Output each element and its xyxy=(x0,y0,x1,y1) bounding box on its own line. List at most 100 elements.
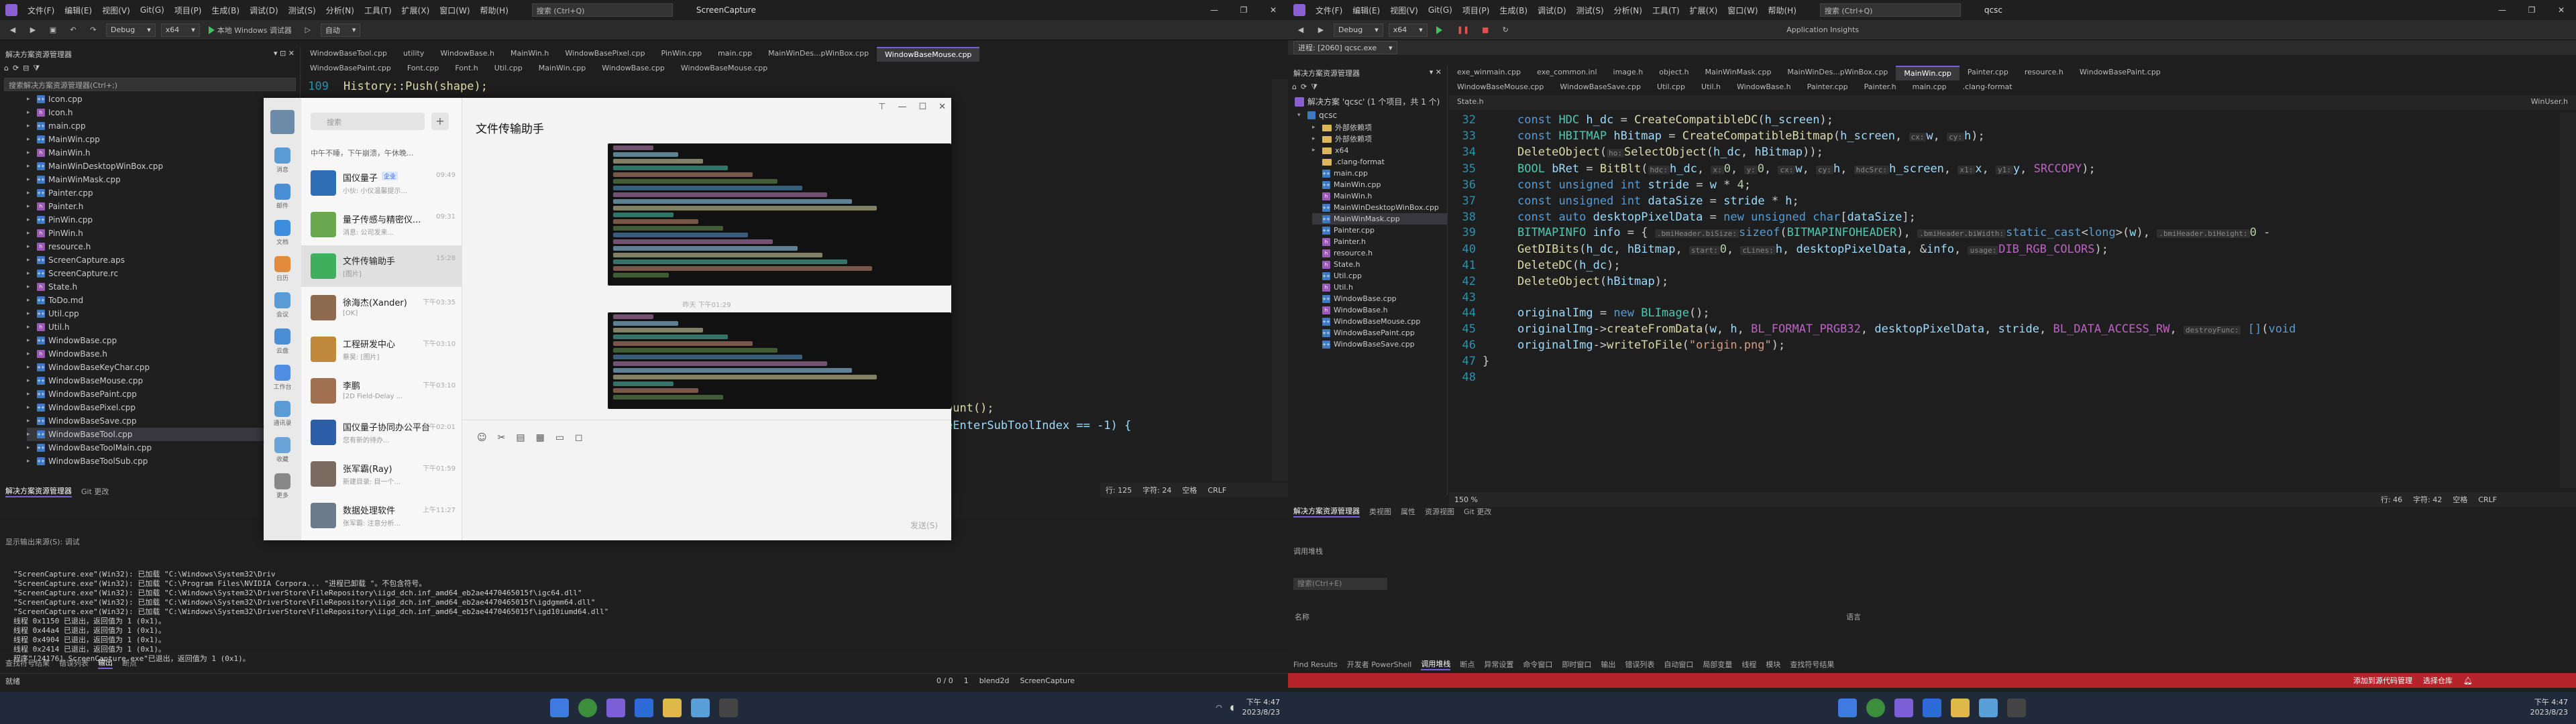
editor-tab[interactable]: MainWinDes...pWinBox.cpp xyxy=(760,47,877,62)
menu-debug[interactable]: 调试(D) xyxy=(1538,5,1566,16)
expand-icon[interactable]: ▸ xyxy=(27,267,34,280)
conversation-item[interactable]: 张军霸(Ray) 新建目录: 目一个... 下午01:59 xyxy=(301,453,462,495)
editor-tab[interactable]: MainWin.cpp xyxy=(1896,66,1960,80)
editor-tab[interactable]: WindowBasePaint.cpp xyxy=(302,62,399,76)
pause-icon[interactable]: ❚❚ xyxy=(1454,23,1472,37)
editor-tab[interactable]: exe_common.inl xyxy=(1529,66,1605,80)
conversation-item[interactable]: 国仪量子协同办公平台 您有新的待办... 下午02:01 xyxy=(301,412,462,453)
call-stack-search[interactable]: 搜索(Ctrl+E) xyxy=(1293,578,1387,590)
tree-item[interactable]: ▸ ++ ScreenCapture.rc xyxy=(27,267,300,280)
rail-9-icon[interactable] xyxy=(274,473,290,489)
panel-tab[interactable]: 输出 xyxy=(1601,659,1615,670)
editor-tab[interactable]: resource.h xyxy=(2017,66,2072,80)
expand-icon[interactable]: ▸ xyxy=(27,240,34,253)
tree-item[interactable]: ▸ ++ WindowBaseTool.cpp xyxy=(27,428,300,441)
chat-input-area[interactable]: ☺ ✂ ▤ ▦ ▭ ◻ 发送(S) xyxy=(462,420,951,540)
tree-item[interactable]: ▸ ++ PinWin.cpp xyxy=(27,213,300,227)
tree-item[interactable]: ▸ ++ Util.cpp xyxy=(27,307,300,320)
minimize-icon[interactable]: — xyxy=(898,102,906,112)
menu-extensions[interactable]: 扩展(X) xyxy=(1690,5,1718,16)
menu-project[interactable]: 项目(P) xyxy=(1462,5,1490,16)
global-search-input[interactable]: 搜索 (Ctrl+Q) xyxy=(1819,3,1961,17)
minimize-icon[interactable]: — xyxy=(2487,0,2517,20)
terminal-icon[interactable] xyxy=(2007,699,2026,717)
tree-item[interactable]: ▸ ++ WindowBaseToolSub.cpp xyxy=(27,455,300,468)
tree-item[interactable]: ++ WindowBasePaint.cpp xyxy=(1312,327,1447,339)
user-avatar[interactable] xyxy=(270,110,294,134)
expand-icon[interactable]: ▸ xyxy=(27,428,34,441)
menu-test[interactable]: 测试(S) xyxy=(288,5,316,16)
panel-tab[interactable]: 属性 xyxy=(1401,506,1415,517)
status-repo[interactable]: ScreenCapture xyxy=(1020,676,1075,685)
tree-item[interactable]: ++ WindowBaseMouse.cpp xyxy=(1312,316,1447,327)
menu-help[interactable]: 帮助(H) xyxy=(1768,5,1796,16)
sync-icon[interactable]: ⟳ xyxy=(13,64,19,74)
expand-icon[interactable]: ▸ xyxy=(27,280,34,294)
tree-item[interactable]: ▸ h resource.h xyxy=(27,240,300,253)
tree-item[interactable]: ▸ h MainWin.h xyxy=(27,146,300,160)
expand-icon[interactable]: ▸ xyxy=(1312,145,1319,156)
panel-tab[interactable]: 局部变量 xyxy=(1703,659,1732,670)
continue-icon[interactable] xyxy=(1433,23,1448,37)
editor-tab[interactable]: WindowBasePaint.cpp xyxy=(2072,66,2169,80)
expand-icon[interactable]: ▸ xyxy=(27,347,34,361)
run-no-debug-icon[interactable]: ▷ xyxy=(301,23,315,37)
tree-item[interactable]: ++ main.cpp xyxy=(1312,168,1447,179)
tree-item[interactable]: ▸ ++ MainWinDesktopWinBox.cpp xyxy=(27,160,300,173)
expand-icon[interactable]: ▸ xyxy=(27,361,34,374)
image-message-1[interactable] xyxy=(608,143,951,286)
expand-icon[interactable]: ▸ xyxy=(27,401,34,414)
rail-2-icon[interactable] xyxy=(274,220,290,236)
menu-edit[interactable]: 编辑(E) xyxy=(1352,5,1380,16)
vs-icon[interactable] xyxy=(606,699,625,717)
tree-item[interactable]: ▸ h Painter.h xyxy=(27,200,300,213)
sync-icon[interactable]: ⟳ xyxy=(1301,82,1307,93)
editor-tab[interactable]: WindowBasePixel.cpp xyxy=(557,47,653,62)
solution-root[interactable]: 解决方案 'qcsc' (1 个项目，共 1 个) xyxy=(1288,95,1447,109)
menu-build[interactable]: 生成(B) xyxy=(211,5,239,16)
expand-icon[interactable]: ▸ xyxy=(27,307,34,320)
run-button[interactable]: 本地 Windows 调试器 xyxy=(205,23,295,37)
conversation-item[interactable]: 文件传输助手 [图片] 15:28 xyxy=(301,245,462,287)
expand-icon[interactable]: ▸ xyxy=(27,133,34,146)
tree-item[interactable]: h State.h xyxy=(1312,259,1447,270)
menu-extensions[interactable]: 扩展(X) xyxy=(402,5,430,16)
conversation-item[interactable]: 徐海杰(Xander) [OK] 下午03:35 xyxy=(301,287,462,328)
editor-tab[interactable]: WindowBase.h xyxy=(432,47,502,62)
panel-tab[interactable]: 开发者 PowerShell xyxy=(1347,659,1412,670)
panel-tab[interactable]: 错误列表 xyxy=(1625,659,1654,670)
expand-icon[interactable]: ▸ xyxy=(27,186,34,200)
panel-tab[interactable]: 类视图 xyxy=(1369,506,1391,517)
rail-8-icon[interactable] xyxy=(274,437,290,453)
menu-window[interactable]: 窗口(W) xyxy=(1727,5,1758,16)
editor-tab[interactable]: MainWin.h xyxy=(502,47,557,62)
clock[interactable]: 下午 4:47 2023/8/23 xyxy=(2530,697,2568,717)
maximize-icon[interactable]: ☐ xyxy=(918,102,926,112)
status-branch[interactable]: blend2d xyxy=(979,676,1010,685)
bell-icon[interactable]: 🔔︎ xyxy=(2463,676,2473,685)
menu-tools[interactable]: 工具(T) xyxy=(1652,5,1680,16)
mail-icon[interactable] xyxy=(691,699,710,717)
tree-item[interactable]: ▸ ++ WindowBasePaint.cpp xyxy=(27,387,300,401)
pin-icon[interactable]: ▾ ⊡ ✕ xyxy=(274,49,294,60)
panel-tab[interactable]: 输出 xyxy=(98,657,113,669)
start-icon[interactable] xyxy=(1838,699,1857,717)
expand-icon[interactable]: ▸ xyxy=(1312,133,1319,145)
maximize-icon[interactable]: ❐ xyxy=(1229,0,1258,20)
panel-tab[interactable]: 自动窗口 xyxy=(1664,659,1693,670)
save-icon[interactable]: ▣ xyxy=(46,23,60,37)
editor-tab[interactable]: WindowBaseMouse.cpp xyxy=(1449,80,1552,95)
editor-tab[interactable]: Util.cpp xyxy=(486,62,531,76)
tree-item[interactable]: ++ MainWin.cpp xyxy=(1312,179,1447,190)
editor-tab[interactable]: Painter.h xyxy=(1856,80,1904,95)
minimize-icon[interactable]: — xyxy=(1199,0,1229,20)
expand-icon[interactable]: ▸ xyxy=(27,455,34,468)
close-icon[interactable]: ✕ xyxy=(2546,0,2576,20)
expand-icon[interactable]: ▸ xyxy=(27,213,34,227)
conversation-item[interactable]: 量子传感与精密仪... 消息: 公司发来... 09:31 xyxy=(301,204,462,245)
forward-icon[interactable]: ▶ xyxy=(25,23,40,37)
editor-tab[interactable]: object.h xyxy=(1651,66,1697,80)
chat-history-icon[interactable]: ◻ xyxy=(575,432,583,443)
add-to-source-control[interactable]: 添加到源代码管理 xyxy=(2353,675,2412,686)
tree-item[interactable]: ▸ ++ WindowBaseMouse.cpp xyxy=(27,374,300,387)
